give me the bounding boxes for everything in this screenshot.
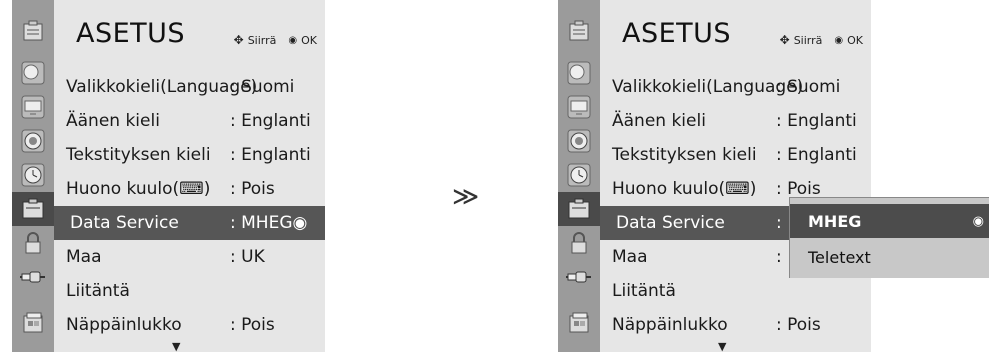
menu-item-value: : Pois (776, 315, 821, 335)
menu-item-label: Näppäinlukko (66, 315, 182, 335)
picture-icon[interactable] (12, 56, 54, 90)
menu-item-label: Näppäinlukko (612, 315, 728, 335)
menu-item-label: Data Service (70, 213, 179, 233)
scroll-down-icon[interactable]: ▼ (718, 340, 726, 353)
audio-icon[interactable] (12, 124, 54, 158)
menu-item-label: Maa (612, 247, 648, 267)
time-icon[interactable] (558, 158, 600, 192)
menu-item-label: Tekstityksen kieli (612, 145, 757, 165)
menu-item-label: Liitäntä (612, 281, 676, 301)
move-hint-label: Siirrä (247, 33, 277, 47)
scroll-down-icon[interactable]: ▼ (172, 340, 180, 353)
ok-icon: ◉ (288, 34, 298, 46)
menu-item-value: : Englanti (776, 111, 857, 131)
menu-body: ASETUS ✥ Siirrä ◉ OK Valikkokieli(Langua… (54, 0, 325, 353)
menu-item-label: Valikkokieli(Language) (66, 77, 258, 97)
menu-item-label: Valikkokieli(Language) (612, 77, 804, 97)
setup-menu-right: ASETUS ✥ Siirrä ◉ OK Valikkokieli(Langua… (558, 0, 871, 353)
menu-item-label: Huono kuulo(⌨) (612, 179, 757, 199)
menu-item-value: : Englanti (230, 145, 311, 165)
setup-menu-left: ASETUS ✥ Siirrä ◉ OK Valikkokieli(Langua… (12, 0, 325, 353)
menu-item-input[interactable]: Liitäntä (600, 274, 871, 308)
menu-item-language[interactable]: Valikkokieli(Language) : Suomi (600, 70, 871, 104)
data-service-popup: MHEG ◉ Teletext (789, 197, 989, 278)
menu-item-label: Äänen kieli (66, 111, 160, 131)
menu-item-language[interactable]: Valikkokieli(Language) : Suomi (54, 70, 325, 104)
menu-body: ASETUS ✥ Siirrä ◉ OK Valikkokieli(Langua… (600, 0, 871, 353)
menu-item-value: : (776, 247, 782, 267)
menu-item-key-lock[interactable]: Näppäinlukko : Pois (54, 308, 325, 342)
lock-icon[interactable] (558, 226, 600, 260)
menu-item-value: : Suomi (230, 77, 295, 97)
radio-selected-icon: ◉ (972, 213, 984, 229)
menu-item-audio-language[interactable]: Äänen kieli : Englanti (600, 104, 871, 138)
menu-item-key-lock[interactable]: Näppäinlukko : Pois (600, 308, 871, 342)
menu-title: ASETUS (76, 18, 186, 49)
menu-item-audio-language[interactable]: Äänen kieli : Englanti (54, 104, 325, 138)
option-teletext[interactable]: Teletext (790, 240, 989, 274)
menu-item-input[interactable]: Liitäntä (54, 274, 325, 308)
menu-item-value: : UK (230, 247, 265, 267)
screen-icon[interactable] (12, 90, 54, 124)
menu-header: ASETUS ✥ Siirrä ◉ OK (54, 0, 325, 60)
screen-icon[interactable] (558, 90, 600, 124)
menu-item-subtitle-language[interactable]: Tekstityksen kieli : Englanti (600, 138, 871, 172)
menu-title: ASETUS (622, 18, 732, 49)
move-hint-label: Siirrä (793, 33, 823, 47)
input-icon[interactable] (558, 260, 600, 294)
ok-icon: ◉ (834, 34, 844, 46)
time-icon[interactable] (12, 158, 54, 192)
menu-item-value: : MHEG◉ (230, 213, 308, 233)
menu-item-label: Maa (66, 247, 102, 267)
menu-item-value: : Pois (776, 179, 821, 199)
menu-item-value: : (776, 213, 782, 233)
option-icon[interactable] (558, 192, 600, 226)
menu-header: ASETUS ✥ Siirrä ◉ OK (600, 0, 871, 60)
setup-header-icon (558, 8, 600, 54)
category-icon-column (12, 0, 54, 352)
option-label: Teletext (808, 247, 871, 267)
audio-icon[interactable] (558, 124, 600, 158)
option-label: MHEG (808, 211, 862, 231)
menu-item-value: : Englanti (230, 111, 311, 131)
menu-item-data-service[interactable]: Data Service : MHEG◉ (54, 206, 325, 240)
menu-item-value: : Pois (230, 315, 275, 335)
setup-header-icon (12, 8, 54, 54)
lock-icon[interactable] (12, 226, 54, 260)
menu-item-value: : Englanti (776, 145, 857, 165)
menu-item-value: : Suomi (776, 77, 841, 97)
category-icon-column (558, 0, 600, 352)
nav-hint: ✥ Siirrä ◉ OK (780, 33, 863, 47)
step-arrow-icon: ≫ (452, 182, 480, 212)
media-icon[interactable] (12, 294, 54, 352)
ok-hint-label: OK (301, 33, 317, 47)
option-icon[interactable] (12, 192, 54, 226)
ok-hint-label: OK (847, 33, 863, 47)
move-icon: ✥ (779, 33, 790, 47)
menu-item-label: Huono kuulo(⌨) (66, 179, 211, 199)
option-mheg[interactable]: MHEG ◉ (790, 204, 989, 238)
menu-item-country[interactable]: Maa : UK (54, 240, 325, 274)
picture-icon[interactable] (558, 56, 600, 90)
menu-item-subtitle-language[interactable]: Tekstityksen kieli : Englanti (54, 138, 325, 172)
media-icon[interactable] (558, 294, 600, 352)
menu-item-hard-of-hearing[interactable]: Huono kuulo(⌨) : Pois (54, 172, 325, 206)
menu-item-value: : Pois (230, 179, 275, 199)
menu-item-label: Äänen kieli (612, 111, 706, 131)
menu-item-label: Data Service (616, 213, 725, 233)
move-icon: ✥ (233, 33, 244, 47)
menu-item-label: Tekstityksen kieli (66, 145, 211, 165)
nav-hint: ✥ Siirrä ◉ OK (234, 33, 317, 47)
input-icon[interactable] (12, 260, 54, 294)
menu-item-label: Liitäntä (66, 281, 130, 301)
